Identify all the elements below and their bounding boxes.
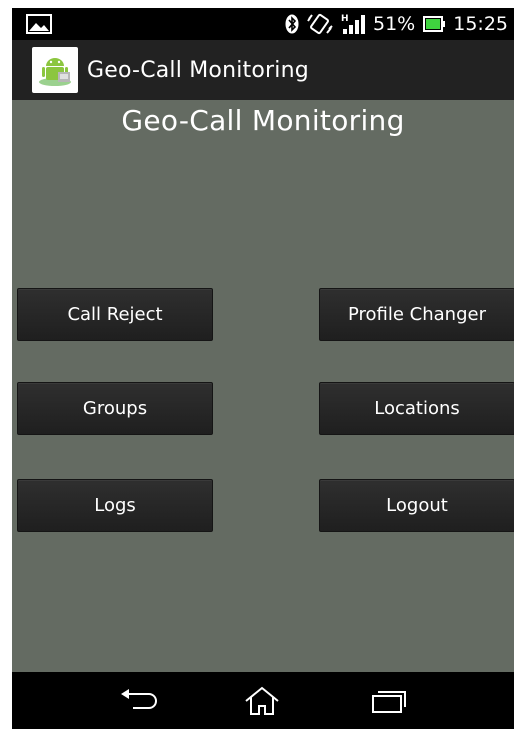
page-title: Geo-Call Monitoring [121,104,405,137]
signal-icon: H [341,13,365,35]
bluetooth-icon [285,14,299,34]
navigation-bar [12,672,514,729]
phone-screen: H 51% 15:25 Geo-Call Monitoring Geo-Call… [12,8,514,729]
picture-icon [26,14,52,34]
signal-type-label: H [341,14,349,24]
recent-apps-icon[interactable] [367,686,411,716]
locations-button[interactable]: Locations [319,382,514,435]
back-icon[interactable] [117,686,161,716]
groups-button[interactable]: Groups [17,382,213,435]
app-title: Geo-Call Monitoring [87,57,309,83]
battery-icon [423,16,446,32]
action-bar: Geo-Call Monitoring [12,40,514,101]
logs-button[interactable]: Logs [17,479,213,532]
vibrate-icon [307,13,333,35]
main-content: Geo-Call Monitoring Call Reject Profile … [12,100,514,672]
battery-percent: 51% [373,13,416,35]
call-reject-button[interactable]: Call Reject [17,288,213,341]
android-app-icon[interactable] [32,47,78,93]
clock: 15:25 [453,13,508,35]
status-bar: H 51% 15:25 [12,8,514,40]
profile-changer-button[interactable]: Profile Changer [319,288,514,341]
logout-button[interactable]: Logout [319,479,514,532]
home-icon[interactable] [240,686,284,716]
